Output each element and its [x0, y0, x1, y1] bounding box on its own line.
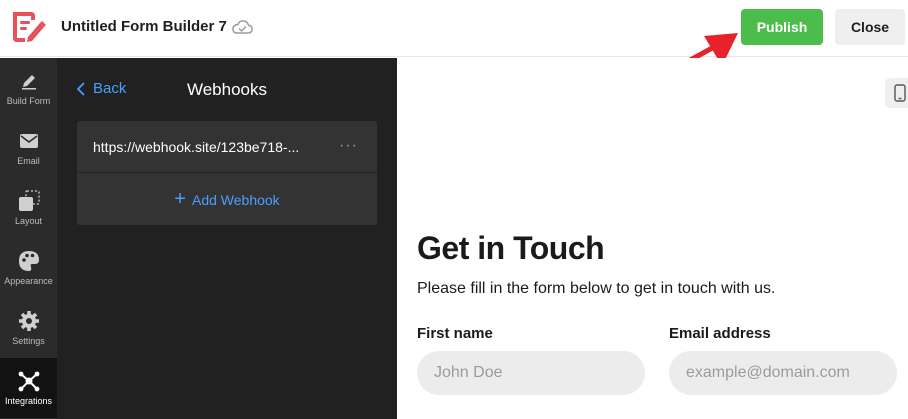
mobile-preview-button[interactable] [885, 78, 908, 108]
top-bar: Untitled Form Builder 7 Publish Close [0, 0, 908, 57]
sidebar-item-layout[interactable]: Layout [0, 178, 57, 238]
sidebar-item-label: Settings [12, 336, 45, 346]
palette-icon [18, 250, 40, 272]
close-button[interactable]: Close [835, 9, 905, 45]
sidebar-item-label: Integrations [4, 396, 53, 406]
first-name-label: First name [417, 325, 493, 342]
left-sidebar: Build Form Email Layout Appearance Setti… [0, 58, 57, 419]
envelope-icon [18, 130, 40, 152]
form-preview: Get in Touch Please fill in the form bel… [397, 58, 908, 419]
sidebar-item-integrations[interactable]: Integrations [0, 358, 57, 418]
panel-title: Webhooks [186, 80, 267, 99]
sidebar-item-settings[interactable]: Settings [0, 298, 57, 358]
sidebar-item-email[interactable]: Email [0, 118, 57, 178]
form-title-text[interactable]: Untitled Form Builder 7 [61, 18, 227, 35]
sidebar-item-label: Appearance [4, 276, 53, 286]
add-webhook-label: Add Webhook [191, 191, 280, 208]
mobile-phone-icon [894, 84, 906, 102]
sidebar-item-label: Email [17, 156, 40, 166]
layout-icon [18, 190, 40, 212]
plus-icon: + [174, 187, 186, 210]
more-options-icon[interactable]: ··· [339, 137, 358, 155]
form-heading: Get in Touch [417, 230, 605, 266]
form-builder-logo-icon [13, 12, 46, 42]
email-address-label: Email address [669, 325, 771, 342]
email-address-input[interactable] [669, 351, 897, 395]
sidebar-item-appearance[interactable]: Appearance [0, 238, 57, 298]
sidebar-item-label: Layout [14, 216, 43, 226]
add-webhook-button[interactable]: + Add Webhook [77, 174, 377, 225]
sidebar-item-label: Build Form [6, 96, 51, 106]
webhooks-list: https://webhook.site/123be718-... ··· + … [77, 121, 377, 225]
gear-icon [18, 310, 40, 332]
webhooks-panel: Back Webhooks https://webhook.site/123be… [57, 58, 397, 419]
sidebar-item-build-form[interactable]: Build Form [0, 58, 57, 118]
publish-button[interactable]: Publish [741, 9, 823, 45]
webhook-item[interactable]: https://webhook.site/123be718-... ··· [77, 121, 377, 173]
form-description: Please fill in the form below to get in … [417, 280, 776, 297]
first-name-input[interactable] [417, 351, 645, 395]
pencil-icon [18, 70, 40, 92]
integrations-icon [18, 370, 40, 392]
webhook-url: https://webhook.site/123be718-... [93, 139, 300, 155]
cloud-saved-icon [232, 20, 253, 34]
